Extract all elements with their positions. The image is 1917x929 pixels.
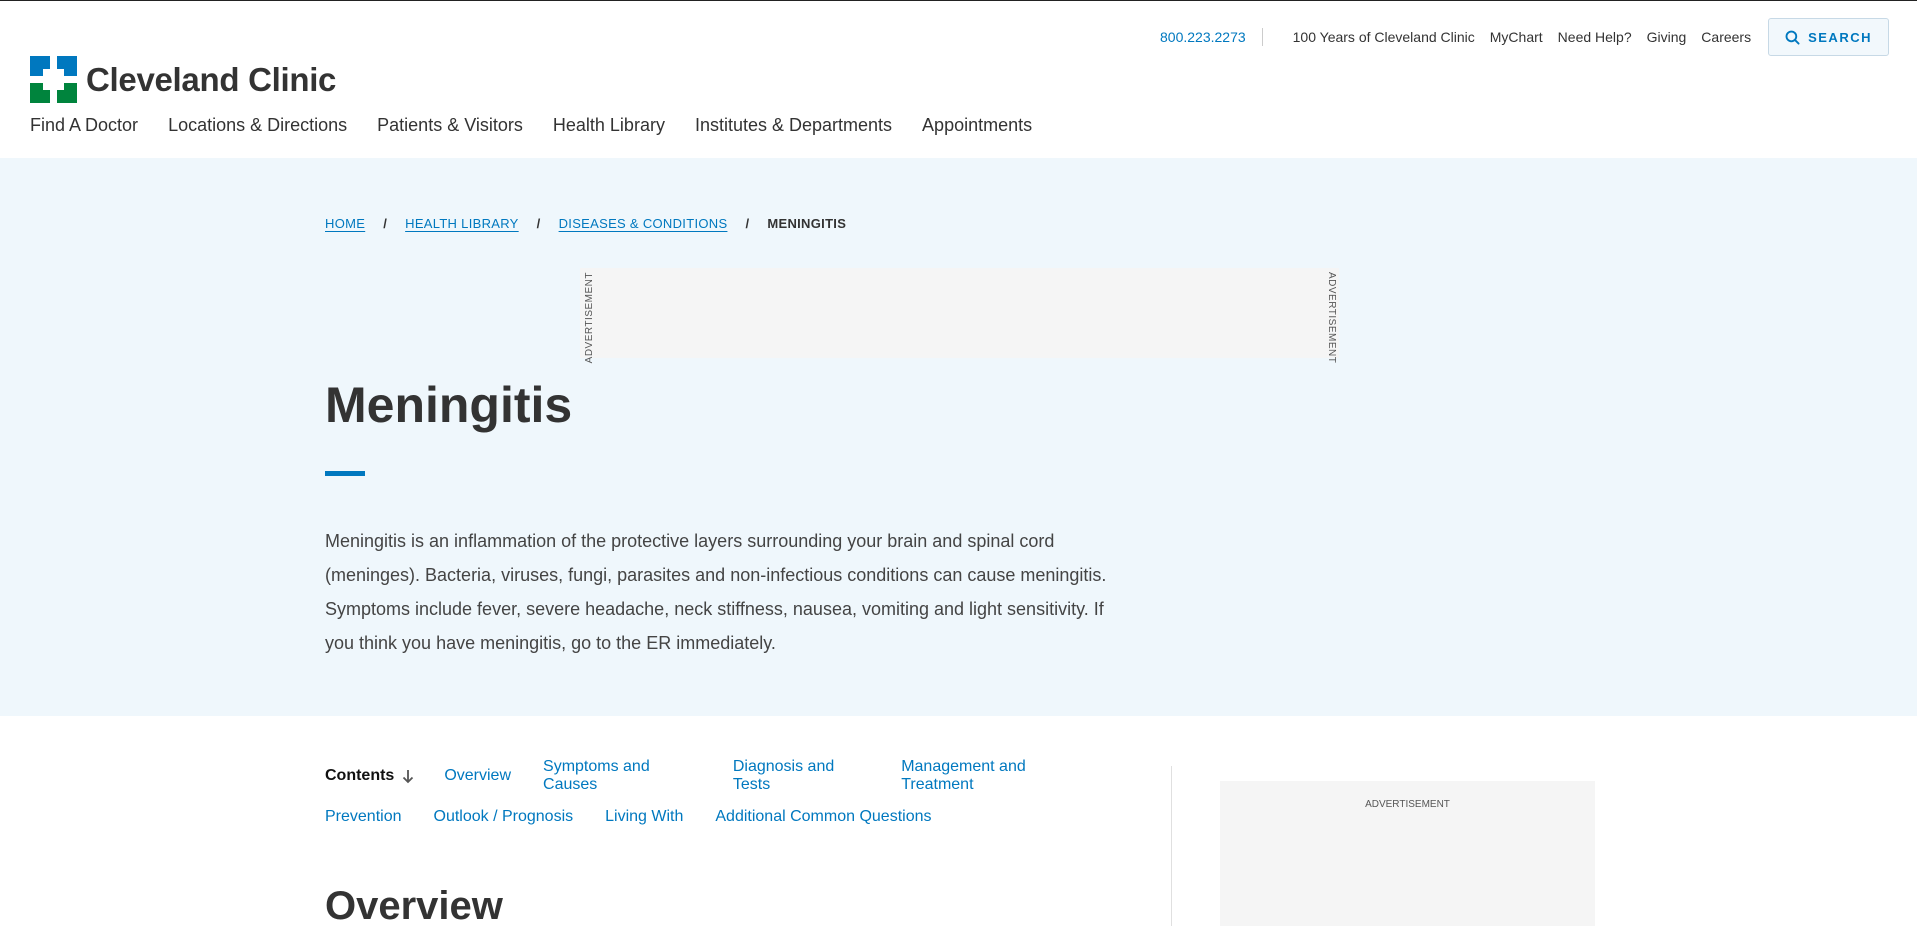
article-hero: HOME / HEALTH LIBRARY / DISEASES & CONDI… bbox=[0, 158, 1917, 716]
column-divider bbox=[1171, 766, 1172, 926]
nav-locations-directions[interactable]: Locations & Directions bbox=[168, 115, 347, 136]
main-nav: Find A Doctor Locations & Directions Pat… bbox=[30, 115, 1062, 136]
table-of-contents: Contents Overview Symptoms and Causes Di… bbox=[325, 758, 1125, 848]
breadcrumb-diseases-conditions[interactable]: DISEASES & CONDITIONS bbox=[559, 216, 728, 231]
breadcrumb: HOME / HEALTH LIBRARY / DISEASES & CONDI… bbox=[325, 216, 846, 231]
nav-institutes-departments[interactable]: Institutes & Departments bbox=[695, 115, 892, 136]
utility-link-need-help[interactable]: Need Help? bbox=[1558, 29, 1632, 45]
sidebar-ad[interactable]: ADVERTISEMENT bbox=[1220, 781, 1595, 926]
breadcrumb-separator: / bbox=[383, 216, 388, 231]
nav-appointments[interactable]: Appointments bbox=[922, 115, 1032, 136]
toc-link-diagnosis-tests[interactable]: Diagnosis and Tests bbox=[733, 758, 869, 794]
ad-label-left: ADVERTISEMENT bbox=[584, 272, 595, 364]
logo-wordmark: Cleveland Clinic bbox=[86, 60, 337, 98]
page-title: Meningitis bbox=[325, 377, 573, 433]
nav-health-library[interactable]: Health Library bbox=[553, 115, 665, 136]
sidebar-ad-label: ADVERTISEMENT bbox=[1365, 799, 1450, 810]
toc-link-overview[interactable]: Overview bbox=[444, 767, 511, 785]
title-accent-bar bbox=[325, 471, 365, 476]
search-button-label: SEARCH bbox=[1808, 29, 1872, 45]
toc-link-living-with[interactable]: Living With bbox=[605, 808, 683, 826]
utility-link-mychart[interactable]: MyChart bbox=[1490, 29, 1543, 45]
site-header: 800.223.2273 100 Years of Cleveland Clin… bbox=[0, 1, 1917, 157]
toc-row: Prevention Outlook / Prognosis Living Wi… bbox=[325, 807, 1125, 827]
toc-row: Contents Overview Symptoms and Causes Di… bbox=[325, 758, 1125, 793]
phone-link[interactable]: 800.223.2273 bbox=[1160, 29, 1246, 45]
search-button[interactable]: SEARCH bbox=[1768, 18, 1889, 56]
search-icon bbox=[1785, 30, 1800, 45]
toc-link-outlook-prognosis[interactable]: Outlook / Prognosis bbox=[434, 808, 574, 826]
ad-label-right: ADVERTISEMENT bbox=[1326, 272, 1337, 364]
cleveland-clinic-logo-icon bbox=[30, 56, 77, 103]
site-logo[interactable]: Cleveland Clinic bbox=[30, 56, 336, 103]
breadcrumb-separator: / bbox=[745, 216, 750, 231]
nav-find-a-doctor[interactable]: Find A Doctor bbox=[30, 115, 138, 136]
utility-link-giving[interactable]: Giving bbox=[1647, 29, 1687, 45]
nav-patients-visitors[interactable]: Patients & Visitors bbox=[377, 115, 523, 136]
section-heading-overview: Overview bbox=[325, 884, 503, 928]
breadcrumb-separator: / bbox=[536, 216, 541, 231]
contents-toggle[interactable]: Contents bbox=[325, 767, 414, 785]
arrow-down-icon bbox=[403, 769, 414, 783]
toc-link-common-questions[interactable]: Additional Common Questions bbox=[715, 808, 931, 826]
utility-link-careers[interactable]: Careers bbox=[1701, 29, 1751, 45]
article-summary: Meningitis is an inflammation of the pro… bbox=[325, 531, 1107, 653]
banner-ad[interactable]: ADVERTISEMENT ADVERTISEMENT bbox=[580, 268, 1339, 363]
utility-divider bbox=[1261, 28, 1263, 46]
utility-link-100-years[interactable]: 100 Years of Cleveland Clinic bbox=[1293, 29, 1475, 45]
toc-link-management-treatment[interactable]: Management and Treatment bbox=[901, 758, 1093, 794]
breadcrumb-current: MENINGITIS bbox=[767, 216, 847, 231]
breadcrumb-health-library[interactable]: HEALTH LIBRARY bbox=[405, 216, 519, 231]
breadcrumb-home[interactable]: HOME bbox=[325, 216, 365, 231]
toc-link-symptoms-causes[interactable]: Symptoms and Causes bbox=[543, 758, 701, 794]
toc-link-prevention[interactable]: Prevention bbox=[325, 808, 402, 826]
contents-label: Contents bbox=[325, 767, 395, 784]
utility-bar: 800.223.2273 100 Years of Cleveland Clin… bbox=[1160, 18, 1889, 56]
